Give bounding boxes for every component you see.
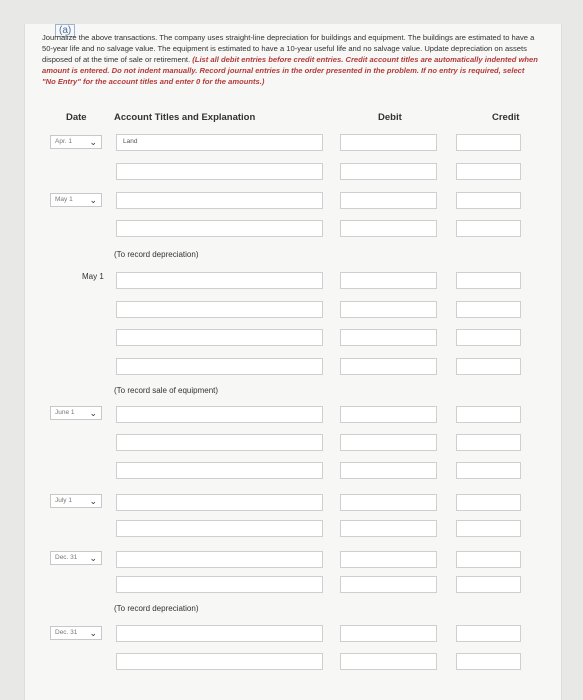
date-static-may1: May 1 — [82, 272, 104, 281]
debit-field[interactable] — [340, 434, 437, 451]
credit-column-header: Credit — [492, 112, 520, 123]
date-select-value: July 1 — [55, 497, 72, 504]
debit-field[interactable] — [340, 301, 437, 318]
date-select-value: Dec. 31 — [55, 554, 78, 561]
instructions: Journalize the above transactions. The c… — [42, 32, 540, 87]
account-field[interactable] — [116, 551, 323, 568]
debit-field[interactable] — [340, 134, 437, 151]
account-field[interactable] — [116, 358, 323, 375]
debit-field[interactable] — [340, 462, 437, 479]
credit-field[interactable] — [456, 192, 521, 209]
debit-field[interactable] — [340, 551, 437, 568]
memo-depreciation: (To record depreciation) — [114, 250, 199, 259]
credit-field[interactable] — [456, 653, 521, 670]
account-field[interactable] — [116, 653, 323, 670]
chevron-down-icon: ⌄ — [89, 553, 97, 563]
account-field[interactable] — [116, 192, 323, 209]
account-field[interactable]: Land — [116, 134, 323, 151]
date-select-value: May 1 — [55, 196, 73, 203]
debit-field[interactable] — [340, 520, 437, 537]
date-select-may1[interactable]: May 1 ⌄ — [50, 193, 102, 207]
date-select-value: June 1 — [55, 409, 75, 416]
credit-field[interactable] — [456, 520, 521, 537]
credit-field[interactable] — [456, 358, 521, 375]
date-select-value: Apr. 1 — [55, 138, 72, 145]
date-select-value: Dec. 31 — [55, 629, 78, 636]
memo-depreciation: (To record depreciation) — [114, 604, 199, 613]
chevron-down-icon: ⌄ — [89, 137, 97, 147]
debit-field[interactable] — [340, 220, 437, 237]
credit-field[interactable] — [456, 272, 521, 289]
credit-field[interactable] — [456, 163, 521, 180]
chevron-down-icon: ⌄ — [89, 628, 97, 638]
credit-field[interactable] — [456, 406, 521, 423]
account-column-header: Account Titles and Explanation — [114, 112, 256, 123]
account-field[interactable] — [116, 272, 323, 289]
credit-field[interactable] — [456, 494, 521, 511]
credit-field[interactable] — [456, 434, 521, 451]
account-field[interactable] — [116, 163, 323, 180]
account-field[interactable] — [116, 434, 323, 451]
credit-field[interactable] — [456, 576, 521, 593]
debit-field[interactable] — [340, 625, 437, 642]
date-select-apr1[interactable]: Apr. 1 ⌄ — [50, 135, 102, 149]
chevron-down-icon: ⌄ — [89, 408, 97, 418]
chevron-down-icon: ⌄ — [89, 195, 97, 205]
chevron-down-icon: ⌄ — [89, 496, 97, 506]
debit-field[interactable] — [340, 272, 437, 289]
account-field[interactable] — [116, 329, 323, 346]
memo-sale-of-equipment: (To record sale of equipment) — [114, 386, 219, 395]
credit-field[interactable] — [456, 220, 521, 237]
debit-field[interactable] — [340, 494, 437, 511]
credit-field[interactable] — [456, 329, 521, 346]
account-field[interactable] — [116, 625, 323, 642]
credit-field[interactable] — [456, 134, 521, 151]
debit-field[interactable] — [340, 358, 437, 375]
debit-field[interactable] — [340, 406, 437, 423]
date-column-header: Date — [66, 112, 87, 123]
debit-field[interactable] — [340, 192, 437, 209]
date-select-july1[interactable]: July 1 ⌄ — [50, 494, 102, 508]
account-field[interactable] — [116, 406, 323, 423]
account-field[interactable] — [116, 520, 323, 537]
credit-field[interactable] — [456, 625, 521, 642]
credit-field[interactable] — [456, 301, 521, 318]
account-field[interactable] — [116, 301, 323, 318]
debit-field[interactable] — [340, 163, 437, 180]
debit-column-header: Debit — [378, 112, 402, 123]
date-select-june1[interactable]: June 1 ⌄ — [50, 406, 102, 420]
date-select-dec31-depreciation[interactable]: Dec. 31 ⌄ — [50, 551, 102, 565]
account-field[interactable] — [116, 576, 323, 593]
date-select-dec31-second[interactable]: Dec. 31 ⌄ — [50, 626, 102, 640]
credit-field[interactable] — [456, 551, 521, 568]
debit-field[interactable] — [340, 329, 437, 346]
debit-field[interactable] — [340, 576, 437, 593]
credit-field[interactable] — [456, 462, 521, 479]
debit-field[interactable] — [340, 653, 437, 670]
account-field[interactable] — [116, 462, 323, 479]
account-field[interactable] — [116, 220, 323, 237]
account-field[interactable] — [116, 494, 323, 511]
